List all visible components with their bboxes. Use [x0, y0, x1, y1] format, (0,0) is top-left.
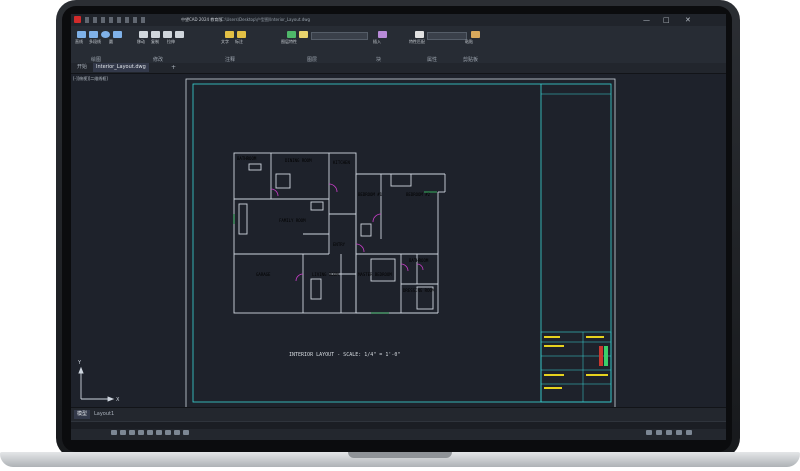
- room-label: BATHROOM: [409, 258, 429, 263]
- tool-label-dimension: 标注: [235, 39, 243, 44]
- viewport-controls-label[interactable]: [-][俯视][二维线框]: [73, 75, 108, 81]
- color-dropdown[interactable]: [427, 32, 467, 40]
- new-tab-icon[interactable]: +: [171, 64, 176, 71]
- tool-label-stretch: 拉伸: [167, 39, 175, 44]
- polar-toggle-icon[interactable]: [138, 430, 144, 435]
- lineweight-toggle-icon[interactable]: [165, 430, 171, 435]
- laptop-base-notch: [348, 452, 452, 458]
- fullscreen-icon[interactable]: [676, 430, 682, 435]
- document-tab-bar: 开始 Interior_Layout.dwg +: [71, 63, 726, 74]
- workspace-icon[interactable]: [656, 430, 662, 435]
- ribbon-group-properties[interactable]: 属性: [427, 56, 437, 63]
- ribbon-group-block[interactable]: 块: [376, 56, 381, 63]
- room-label: DRESSING ROOM: [403, 288, 435, 293]
- ortho-toggle-icon[interactable]: [129, 430, 135, 435]
- close-icon[interactable]: ✕: [685, 16, 691, 24]
- room-label: DINING ROOM: [285, 158, 312, 163]
- text-tool-icon[interactable]: [225, 31, 234, 38]
- rotate-tool-icon[interactable]: [163, 31, 172, 38]
- selection-cycle-icon[interactable]: [183, 430, 189, 435]
- room-label: MASTER BEDROOM: [358, 272, 392, 277]
- room-label: BATHROOM: [237, 156, 257, 161]
- maximize-icon[interactable]: □: [663, 16, 670, 24]
- tool-label-line: 直线: [75, 39, 83, 44]
- room-label: FAMILY ROOM: [279, 218, 306, 223]
- snap-toggle-icon[interactable]: [120, 430, 126, 435]
- room-label: KITCHEN: [333, 160, 350, 165]
- otrack-toggle-icon[interactable]: [156, 430, 162, 435]
- screen: 中望CAD 2024 教育版 C:\Users\Desktop\户型图\Inte…: [71, 14, 726, 440]
- stretch-tool-icon[interactable]: [175, 31, 184, 38]
- layer-tool-icon[interactable]: [287, 31, 296, 38]
- layer-dropdown[interactable]: [311, 32, 368, 40]
- app-logo-icon: [74, 16, 81, 23]
- drawing-svg[interactable]: [-][俯视][二维线框] BATHROOM DINING ROOM KITCH…: [71, 74, 726, 412]
- title-bar: 中望CAD 2024 教育版 C:\Users\Desktop\户型图\Inte…: [71, 14, 726, 26]
- circle-tool-icon[interactable]: [101, 31, 110, 38]
- ribbon-group-annotate[interactable]: 注释: [225, 56, 235, 63]
- layer-state-icon[interactable]: [299, 31, 308, 38]
- match-properties-icon[interactable]: [415, 31, 424, 38]
- drawing-canvas[interactable]: [-][俯视][二维线框] BATHROOM DINING ROOM KITCH…: [71, 74, 726, 412]
- tool-label-insert: 插入: [373, 39, 381, 44]
- isolate-icon[interactable]: [666, 430, 672, 435]
- window-marks: [233, 191, 437, 314]
- ribbon-group-draw[interactable]: 绘图: [91, 56, 101, 63]
- customize-icon[interactable]: [686, 430, 692, 435]
- osnap-toggle-icon[interactable]: [147, 430, 153, 435]
- room-label: GARAGE: [256, 272, 271, 277]
- transparency-toggle-icon[interactable]: [174, 430, 180, 435]
- tab-start[interactable]: 开始: [74, 63, 90, 72]
- line-tool-icon[interactable]: [77, 31, 86, 38]
- room-label: BEDROOM #2: [406, 192, 431, 197]
- ribbon-group-clipboard[interactable]: 剪贴板: [463, 56, 478, 63]
- file-path: C:\Users\Desktop\户型图\Interior_Layout.dwg: [221, 17, 311, 22]
- tool-label-copy: 复制: [151, 39, 159, 44]
- room-label: ENTRY: [333, 242, 346, 247]
- ucs-icon: [78, 366, 115, 402]
- quick-access-toolbar[interactable]: [85, 17, 145, 23]
- copy-tool-icon[interactable]: [151, 31, 160, 38]
- minimize-icon[interactable]: —: [643, 16, 650, 24]
- tool-label-move: 移动: [137, 39, 145, 44]
- tool-label-paste: 粘贴: [465, 39, 473, 44]
- tab-model[interactable]: 模型: [74, 410, 91, 419]
- ribbon-group-layers[interactable]: 图层: [307, 56, 317, 63]
- move-tool-icon[interactable]: [139, 31, 148, 38]
- insert-block-icon[interactable]: [378, 31, 387, 38]
- tool-label-circle: 圆: [109, 39, 113, 44]
- status-area: 模型 Layout1: [71, 407, 726, 440]
- grid-toggle-icon[interactable]: [111, 430, 117, 435]
- paste-tool-icon[interactable]: [471, 31, 480, 38]
- ucs-y-label: Y: [77, 360, 82, 366]
- ucs-x-label: X: [116, 397, 120, 403]
- room-label: BEDROOM #1: [358, 192, 383, 197]
- polyline-tool-icon[interactable]: [89, 31, 98, 38]
- command-line[interactable]: [71, 421, 726, 429]
- tool-label-polyline: 多段线: [89, 39, 101, 44]
- annotation-scale-icon[interactable]: [646, 430, 652, 435]
- title-block: [540, 331, 612, 403]
- drawing-caption: INTERIOR LAYOUT - SCALE: 1/4" = 1'-0": [289, 352, 400, 358]
- paper-sheet-border: [185, 78, 616, 412]
- tool-label-text: 文字: [221, 39, 229, 44]
- tool-label-match: 特性匹配: [409, 39, 425, 44]
- drawing-frame: [192, 83, 612, 403]
- ribbon: 直线 多段线 圆 移动 复制 拉伸 文字 标注 图层特性 插入 特性匹配 粘贴 …: [71, 26, 726, 64]
- tool-label-layer-properties: 图层特性: [281, 39, 297, 44]
- window-title: 中望CAD 2024 教育版: [181, 17, 223, 22]
- tab-layout1[interactable]: Layout1: [91, 410, 117, 419]
- arc-tool-icon[interactable]: [113, 31, 122, 38]
- tab-drawing[interactable]: Interior_Layout.dwg: [93, 63, 149, 72]
- ribbon-group-modify[interactable]: 修改: [153, 56, 163, 63]
- room-label: LIVING ROOM: [312, 272, 339, 277]
- dimension-tool-icon[interactable]: [237, 31, 246, 38]
